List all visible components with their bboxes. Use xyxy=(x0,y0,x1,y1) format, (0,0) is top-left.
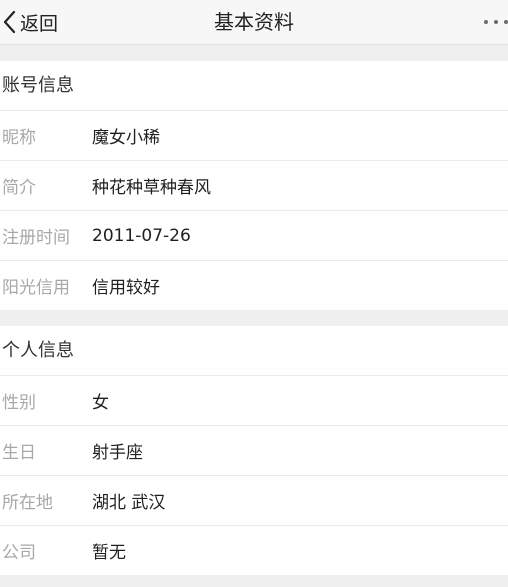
section-divider xyxy=(0,310,508,326)
row-label: 公司 xyxy=(2,543,36,563)
more-horizontal-icon xyxy=(484,20,488,24)
section-header-personal: 个人信息 xyxy=(0,326,508,376)
row-value: 暂无 xyxy=(92,543,126,563)
section-divider xyxy=(0,575,508,587)
row-label: 性别 xyxy=(2,393,36,413)
row-value: 湖北 武汉 xyxy=(92,493,166,513)
row-label: 阳光信用 xyxy=(2,278,70,298)
row-value: 射手座 xyxy=(92,443,143,463)
row-value: 魔女小稀 xyxy=(92,128,160,148)
row-company[interactable]: 公司 暂无 xyxy=(0,526,508,575)
row-label: 所在地 xyxy=(2,493,53,513)
more-button[interactable] xyxy=(472,0,508,44)
personal-section: 个人信息 性别 女 生日 射手座 所在地 湖北 武汉 公司 暂无 xyxy=(0,326,508,575)
row-location[interactable]: 所在地 湖北 武汉 xyxy=(0,476,508,526)
row-birthday[interactable]: 生日 射手座 xyxy=(0,426,508,476)
more-horizontal-icon xyxy=(494,20,498,24)
row-value: 信用较好 xyxy=(92,278,160,298)
row-value: 2011-07-26 xyxy=(92,225,191,246)
section-header-account: 账号信息 xyxy=(0,61,508,111)
row-credit[interactable]: 阳光信用 信用较好 xyxy=(0,261,508,310)
row-label: 注册时间 xyxy=(2,228,70,248)
row-value: 女 xyxy=(92,393,109,413)
nav-bar: 返回 基本资料 xyxy=(0,0,508,45)
row-bio[interactable]: 简介 种花种草种春风 xyxy=(0,161,508,211)
account-section: 账号信息 昵称 魔女小稀 简介 种花种草种春风 注册时间 2011-07-26 … xyxy=(0,61,508,310)
section-divider xyxy=(0,45,508,61)
page-title: 基本资料 xyxy=(214,10,294,34)
row-label: 简介 xyxy=(2,178,36,198)
row-label: 昵称 xyxy=(2,128,36,148)
row-value: 种花种草种春风 xyxy=(92,178,211,198)
more-horizontal-icon xyxy=(504,20,508,24)
row-label: 生日 xyxy=(2,443,36,463)
row-gender[interactable]: 性别 女 xyxy=(0,376,508,426)
row-nickname[interactable]: 昵称 魔女小稀 xyxy=(0,111,508,161)
row-register-date[interactable]: 注册时间 2011-07-26 xyxy=(0,211,508,261)
